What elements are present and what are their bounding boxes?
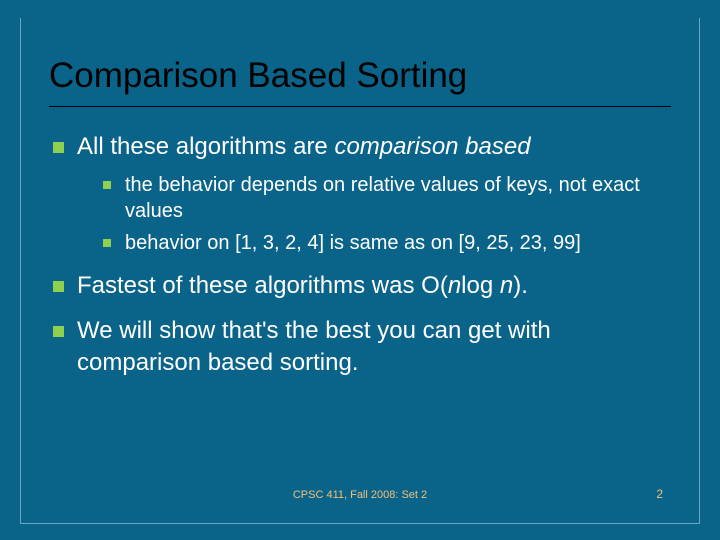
bullet-2: Fastest of these algorithms was O(nlog n… — [49, 270, 671, 301]
slide-title: Comparison Based Sorting — [49, 56, 671, 96]
footer-center-text: CPSC 411, Fall 2008: Set 2 — [97, 489, 623, 501]
bullet-3: We will show that's the best you can get… — [49, 315, 671, 377]
bullet-1-text-pre: All these algorithms are — [77, 133, 334, 160]
bullet-1-sub-1: the behavior depends on relative values … — [77, 172, 671, 224]
footer-page-number: 2 — [623, 487, 663, 501]
bullet-1-sub-2: behavior on [1, 3, 2, 4] is same as on [… — [77, 230, 671, 256]
bullet-1-text-em: comparison based — [334, 133, 530, 160]
bullet-1-sublist: the behavior depends on relative values … — [77, 172, 671, 256]
bullet-list: All these algorithms are comparison base… — [49, 131, 671, 378]
title-underline — [49, 106, 671, 107]
bullet-2-mid: log — [461, 272, 500, 299]
slide-content: All these algorithms are comparison base… — [49, 131, 671, 487]
bullet-1: All these algorithms are comparison base… — [49, 131, 671, 256]
slide-footer: CPSC 411, Fall 2008: Set 2 2 — [49, 487, 671, 503]
slide-inner: Comparison Based Sorting All these algor… — [20, 18, 700, 524]
bullet-2-pre: Fastest of these algorithms was O( — [77, 272, 448, 299]
bullet-2-post: ). — [513, 272, 528, 299]
bullet-2-em2: n — [500, 272, 513, 299]
slide: Comparison Based Sorting All these algor… — [0, 0, 720, 540]
bullet-2-em1: n — [448, 272, 461, 299]
